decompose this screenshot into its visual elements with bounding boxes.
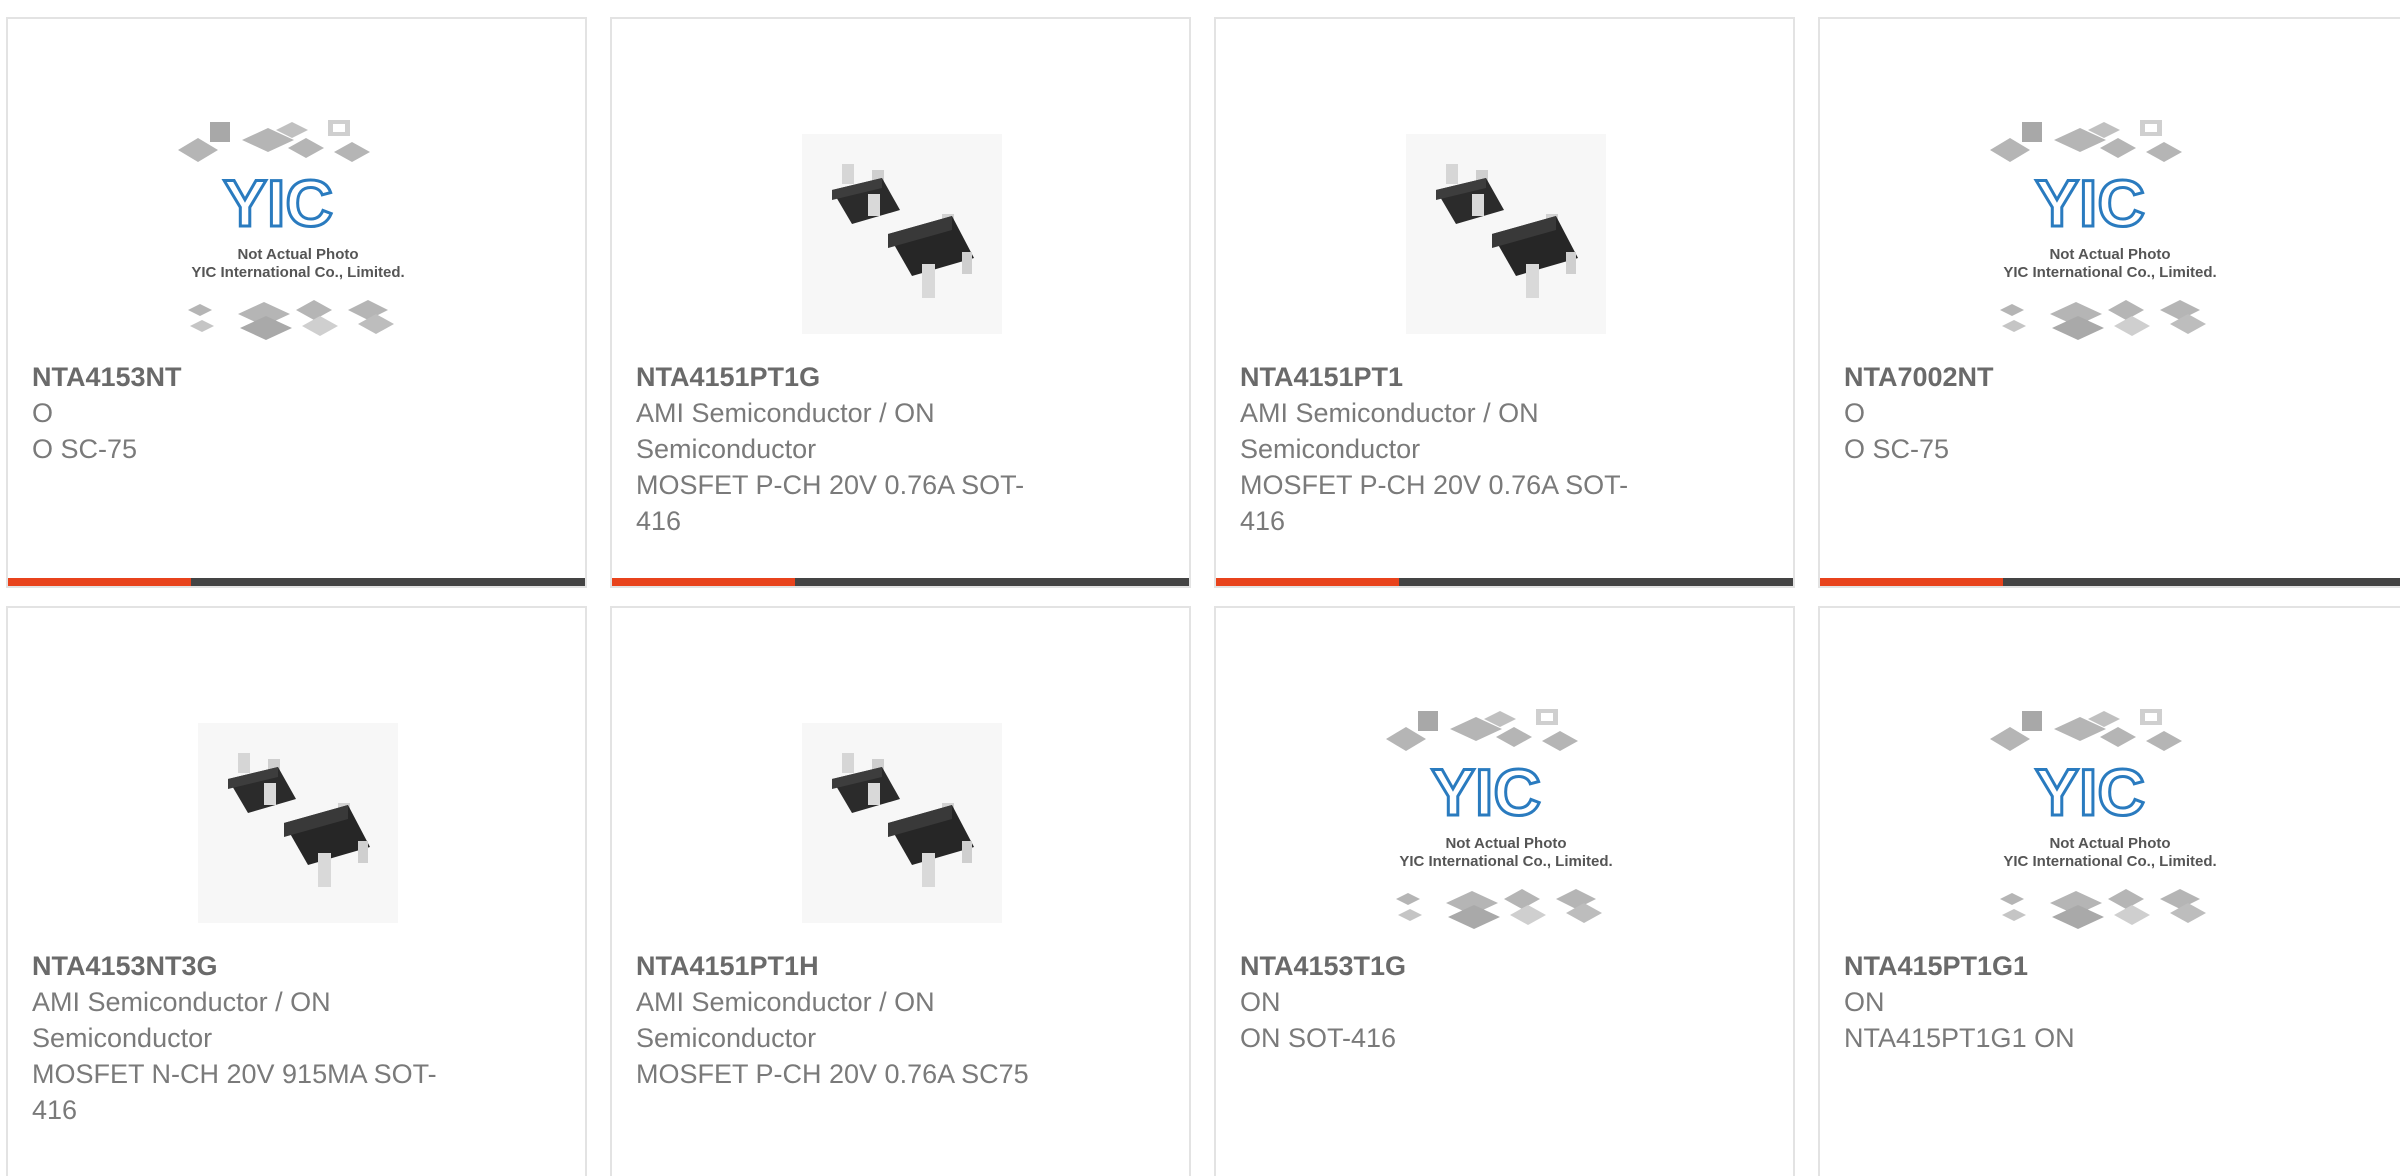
- description: MOSFET P-CH 20V 0.76A SC75: [636, 1059, 1029, 1089]
- part-number[interactable]: NTA4151PT1G: [636, 359, 1056, 395]
- svg-text:YIC International Co., Limited: YIC International Co., Limited.: [2003, 853, 2216, 870]
- part-number[interactable]: NTA4153NT3G: [32, 948, 452, 984]
- product-card[interactable]: NTA4151PT1G AMI Semiconductor / ON Semic…: [610, 17, 1191, 588]
- description: ON SOT-416: [1240, 1023, 1397, 1053]
- product-info: NTA415PT1G1 ON NTA415PT1G1 ON: [1844, 948, 2264, 1056]
- product-card[interactable]: YIC Not Actual Photo YIC International C…: [1818, 17, 2400, 588]
- svg-text:YIC International Co., Limited: YIC International Co., Limited.: [2003, 264, 2216, 281]
- part-number[interactable]: NTA4153NT: [32, 359, 452, 395]
- card-bottom-bar: [1216, 578, 1793, 586]
- placeholder-photo-icon: YIC Not Actual Photo YIC International C…: [1386, 709, 1613, 929]
- description: O SC-75: [1844, 434, 1950, 464]
- placeholder-photo-icon: YIC Not Actual Photo YIC International C…: [1990, 709, 2217, 929]
- svg-text:Not Actual Photo: Not Actual Photo: [2049, 835, 2170, 852]
- svg-text:YIC: YIC: [2035, 755, 2145, 829]
- description: MOSFET P-CH 20V 0.76A SOT-416: [1240, 470, 1629, 536]
- product-card[interactable]: YIC Not Actual Photo YIC International C…: [1214, 606, 1795, 1176]
- product-grid: YIC Not Actual Photo YIC International C…: [0, 0, 2400, 1176]
- manufacturer: AMI Semiconductor / ON Semiconductor: [32, 987, 331, 1053]
- part-number[interactable]: NTA415PT1G1: [1844, 948, 2264, 984]
- part-number[interactable]: NTA7002NT: [1844, 359, 2264, 395]
- manufacturer: O: [32, 398, 54, 428]
- sot416-package-icon: [802, 723, 1002, 923]
- placeholder-photo-icon: YIC Not Actual Photo YIC International C…: [178, 120, 405, 340]
- product-info: NTA4153NT3G AMI Semiconductor / ON Semic…: [32, 948, 452, 1128]
- product-image[interactable]: [772, 104, 1032, 364]
- part-number[interactable]: NTA4151PT1H: [636, 948, 1056, 984]
- placeholder-image[interactable]: YIC Not Actual Photo YIC International C…: [1980, 104, 2240, 364]
- product-card[interactable]: NTA4153NT3G AMI Semiconductor / ON Semic…: [6, 606, 587, 1176]
- svg-text:YIC: YIC: [2035, 166, 2145, 240]
- svg-text:YIC: YIC: [223, 166, 333, 240]
- part-number[interactable]: NTA4151PT1: [1240, 359, 1660, 395]
- product-card[interactable]: YIC Not Actual Photo YIC International C…: [1818, 606, 2400, 1176]
- product-image[interactable]: [1376, 104, 1636, 364]
- product-image[interactable]: [168, 693, 428, 953]
- description: O SC-75: [32, 434, 138, 464]
- manufacturer: ON: [1844, 987, 1885, 1017]
- card-bottom-bar: [8, 578, 585, 586]
- accent-bar: [8, 578, 191, 586]
- placeholder-image[interactable]: YIC Not Actual Photo YIC International C…: [168, 104, 428, 364]
- product-image[interactable]: [772, 693, 1032, 953]
- manufacturer: ON: [1240, 987, 1281, 1017]
- sot416-package-icon: [802, 134, 1002, 334]
- card-bottom-bar: [1820, 578, 2400, 586]
- description: MOSFET N-CH 20V 915MA SOT-416: [32, 1059, 437, 1125]
- manufacturer: AMI Semiconductor / ON Semiconductor: [1240, 398, 1539, 464]
- product-card[interactable]: YIC Not Actual Photo YIC International C…: [6, 17, 587, 588]
- sot416-package-icon: [198, 723, 398, 923]
- manufacturer: AMI Semiconductor / ON Semiconductor: [636, 987, 935, 1053]
- accent-bar: [1216, 578, 1399, 586]
- sot416-package-icon: [1406, 134, 1606, 334]
- accent-bar: [612, 578, 795, 586]
- placeholder-image[interactable]: YIC Not Actual Photo YIC International C…: [1376, 693, 1636, 953]
- svg-text:YIC International Co., Limited: YIC International Co., Limited.: [191, 264, 404, 281]
- card-bottom-bar: [612, 578, 1189, 586]
- manufacturer: AMI Semiconductor / ON Semiconductor: [636, 398, 935, 464]
- placeholder-image[interactable]: YIC Not Actual Photo YIC International C…: [1980, 693, 2240, 953]
- svg-text:YIC International Co., Limited: YIC International Co., Limited.: [1399, 853, 1612, 870]
- description: MOSFET P-CH 20V 0.76A SOT-416: [636, 470, 1025, 536]
- svg-text:Not Actual Photo: Not Actual Photo: [2049, 246, 2170, 263]
- product-info: NTA4153NT O O SC-75: [32, 359, 452, 467]
- accent-bar: [1820, 578, 2003, 586]
- svg-text:Not Actual Photo: Not Actual Photo: [237, 246, 358, 263]
- product-info: NTA4151PT1 AMI Semiconductor / ON Semico…: [1240, 359, 1660, 539]
- description: NTA415PT1G1 ON: [1844, 1023, 2075, 1053]
- product-info: NTA4153T1G ON ON SOT-416: [1240, 948, 1660, 1056]
- product-info: NTA4151PT1H AMI Semiconductor / ON Semic…: [636, 948, 1056, 1092]
- product-card[interactable]: NTA4151PT1H AMI Semiconductor / ON Semic…: [610, 606, 1191, 1176]
- product-card[interactable]: NTA4151PT1 AMI Semiconductor / ON Semico…: [1214, 17, 1795, 588]
- product-info: NTA7002NT O O SC-75: [1844, 359, 2264, 467]
- part-number[interactable]: NTA4153T1G: [1240, 948, 1660, 984]
- svg-text:Not Actual Photo: Not Actual Photo: [1445, 835, 1566, 852]
- placeholder-photo-icon: YIC Not Actual Photo YIC International C…: [1990, 120, 2217, 340]
- svg-text:YIC: YIC: [1431, 755, 1541, 829]
- manufacturer: O: [1844, 398, 1866, 428]
- product-info: NTA4151PT1G AMI Semiconductor / ON Semic…: [636, 359, 1056, 539]
